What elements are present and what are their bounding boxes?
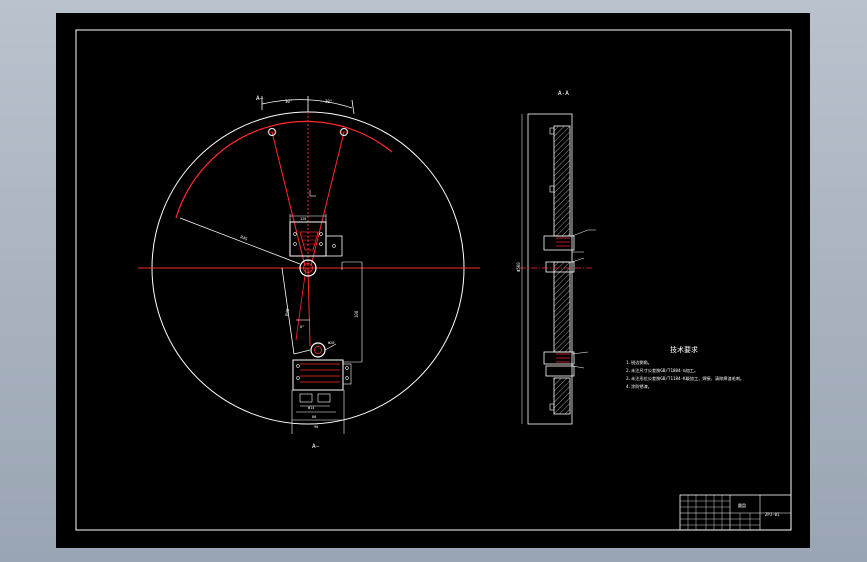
title-block-part-name: 圆盘 (738, 502, 746, 508)
side-view-label: A-A (558, 90, 569, 97)
note-item-2: 2.未注尺寸公差按GB/T1804-m加工。 (626, 367, 698, 374)
radial-line-right (310, 131, 345, 267)
note-item-4: 4.涂防锈漆。 (626, 383, 652, 390)
svg-text:30°: 30° (325, 99, 332, 104)
svg-text:8°: 8° (300, 325, 304, 329)
pitch-arc (175, 120, 393, 219)
svg-text:R45: R45 (284, 308, 290, 317)
side-view: A-A Φ560 (516, 90, 596, 425)
radius-dimension-line (179, 217, 301, 265)
section-label-top: A— (256, 95, 264, 102)
front-view: 30° 30° A— R45 120 100 R45 8° Φ20 Φ14 80… (138, 95, 480, 450)
title-block-drawing-no: ZPJ-01 (765, 512, 780, 517)
svg-text:100: 100 (354, 310, 359, 318)
svg-text:R45: R45 (240, 234, 249, 241)
section-label-bottom: A— (312, 443, 320, 450)
svg-text:90: 90 (314, 425, 318, 429)
svg-text:Φ20: Φ20 (328, 341, 334, 345)
radial-line-bottom (307, 267, 311, 347)
lower-bracket: Φ14 80 90 (291, 359, 352, 434)
svg-text:120: 120 (300, 217, 306, 221)
radial-line-left (271, 131, 306, 267)
cad-drawing: 30° 30° A— R45 120 100 R45 8° Φ20 Φ14 80… (75, 29, 792, 531)
title-block: 圆盘 ZPJ-01 (679, 494, 792, 531)
svg-text:Φ14: Φ14 (308, 406, 314, 410)
angle-dimension-arc (261, 99, 353, 109)
svg-text:80: 80 (312, 415, 316, 419)
note-item-3: 3.未注形位公差按GB/T1184-K级加工，焊接，清除焊渣毛刺。 (626, 375, 744, 382)
lower-hub-inner (314, 346, 322, 354)
svg-text:Φ560: Φ560 (516, 262, 521, 272)
lower-hub-outer (310, 342, 326, 358)
notes-title: 技术要求 (670, 345, 698, 354)
svg-text:30°: 30° (285, 99, 292, 104)
inner-frame (75, 29, 792, 531)
technical-notes: 技术要求 1.锐边倒角。 2.未注尺寸公差按GB/T1804-m加工。 3.未注… (626, 345, 744, 390)
note-item-1: 1.锐边倒角。 (626, 359, 652, 366)
